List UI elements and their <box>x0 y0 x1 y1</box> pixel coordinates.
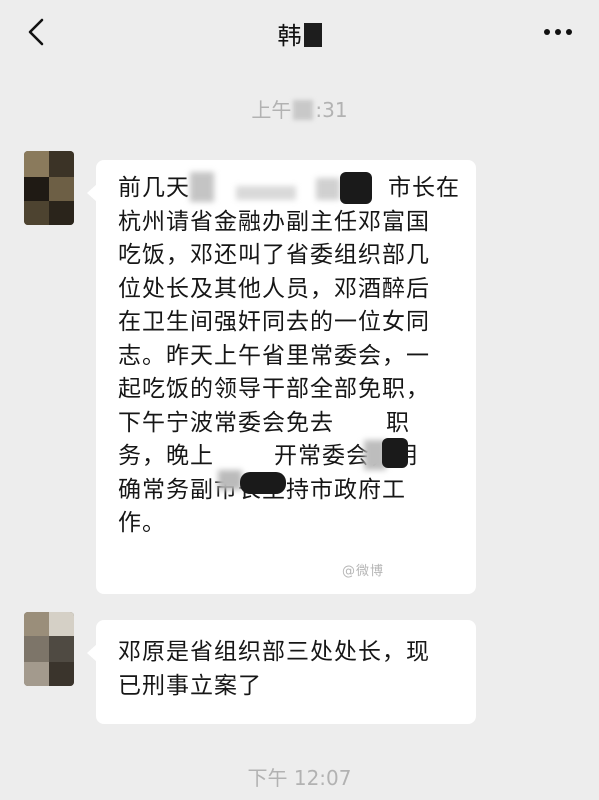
timestamp: 下午 12:07 <box>247 766 352 790</box>
chat-header: 韩 <box>0 0 599 64</box>
redaction-mark <box>340 172 372 204</box>
message-line: 起吃饭的领导干部全部免职， <box>118 376 430 402</box>
timestamp-suffix: :31 <box>315 98 348 122</box>
redaction-mark <box>316 178 340 200</box>
redaction-mark <box>303 23 322 47</box>
redaction-mark <box>293 100 314 120</box>
message-line: 作。 <box>118 510 166 536</box>
avatar[interactable] <box>24 612 74 686</box>
chat-title-text: 韩 <box>277 22 303 50</box>
timestamp: 上午 :31 <box>0 94 599 123</box>
watermark: @微博 <box>342 564 385 579</box>
message-line: 确常务副市长主持市政府工 <box>118 474 454 508</box>
message-line: 在卫生间强奸同去的一位女同 <box>118 309 430 335</box>
message-line: 邓原是省组织部三处处长，现 <box>118 639 430 665</box>
redaction-mark <box>236 186 296 200</box>
redaction-mark <box>240 472 286 494</box>
message-line: 位处长及其他人员，邓酒醉后 <box>118 275 430 302</box>
message-line: 志。昨天上午省里常委会，一 <box>118 342 430 369</box>
redaction-mark <box>218 470 242 490</box>
more-dots-icon[interactable] <box>543 28 573 36</box>
message-line: 下午宁波常委会免去职 <box>118 409 410 436</box>
redaction-mark <box>382 438 408 468</box>
timestamp-prefix: 上午 <box>251 98 292 122</box>
message-line: 杭州请省金融办副主任邓富国 <box>118 208 430 235</box>
chat-title: 韩 <box>0 16 599 51</box>
message-bubble[interactable]: 前几天 市长在 杭州请省金融办副主任邓富国 吃饭，邓还叫了省委组织部几 位处长及其… <box>87 160 476 594</box>
avatar[interactable] <box>24 151 74 225</box>
message-line: 已刑事立案了 <box>118 672 262 699</box>
message-line: 吃饭，邓还叫了省委组织部几 <box>118 242 430 268</box>
chat-screen: 韩 上午 :31 前几天 市长在 杭州请省金融办副主任邓富国 吃饭，邓还叫了省委组织… <box>0 0 599 800</box>
message-bubble[interactable]: 邓原是省组织部三处处长，现 已刑事立案了 <box>87 620 476 724</box>
redaction-mark <box>190 172 214 202</box>
